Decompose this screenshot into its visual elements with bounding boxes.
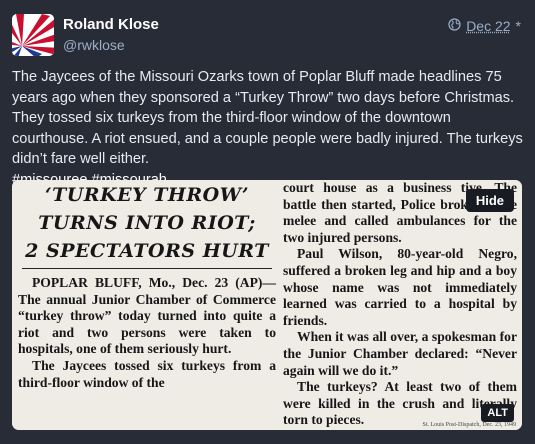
- clipping-left-column: ‘TURKEY THROW’ TURNS INTO RIOT; 2 SPECTA…: [18, 180, 276, 391]
- post-text: The Jaycees of the Missouri Ozarks town …: [12, 69, 523, 167]
- newspaper-clipping-image: ‘TURKEY THROW’ TURNS INTO RIOT; 2 SPECTA…: [12, 180, 522, 430]
- clipping-right-column: court house as a business tive. The batt…: [283, 180, 517, 429]
- edited-marker: *: [515, 18, 521, 34]
- display-name[interactable]: Roland Klose: [63, 16, 159, 33]
- post-content: The Jaycees of the Missouri Ozarks town …: [12, 67, 524, 190]
- hide-media-button[interactable]: Hide: [465, 189, 514, 212]
- alt-text-button[interactable]: ALT: [481, 404, 514, 422]
- account-handle[interactable]: @rwklose: [63, 37, 125, 53]
- clipping-headline-3: 2 SPECTATORS HURT: [25, 240, 269, 262]
- clipping-paragraph: The Jaycees tossed six turkeys from a th…: [18, 357, 276, 390]
- media-attachment[interactable]: ‘TURKEY THROW’ TURNS INTO RIOT; 2 SPECTA…: [12, 180, 522, 430]
- clipping-divider: [22, 268, 272, 269]
- avatar[interactable]: [12, 14, 54, 56]
- clipping-credit: St. Louis Post-Dispatch, Dec. 23, 1949: [422, 422, 517, 428]
- clipping-headline-2: TURNS INTO RIOT;: [38, 212, 256, 234]
- post-meta[interactable]: Dec 22 *: [448, 18, 521, 34]
- clipping-paragraph: Paul Wilson, 80-year-old Negro, suffered…: [283, 246, 517, 328]
- status-post: Roland Klose @rwklose Dec 22 * The Jaycee…: [0, 0, 535, 444]
- timestamp[interactable]: Dec 22: [466, 18, 510, 34]
- clipping-paragraph: When it was all over, a spokesman for th…: [283, 329, 517, 378]
- globe-icon: [448, 18, 461, 34]
- clipping-headline-1: ‘TURKEY THROW’: [44, 184, 250, 206]
- avatar-image: [12, 14, 54, 56]
- clipping-paragraph: POPLAR BLUFF, Mo., Dec. 23 (AP)—The annu…: [18, 275, 276, 357]
